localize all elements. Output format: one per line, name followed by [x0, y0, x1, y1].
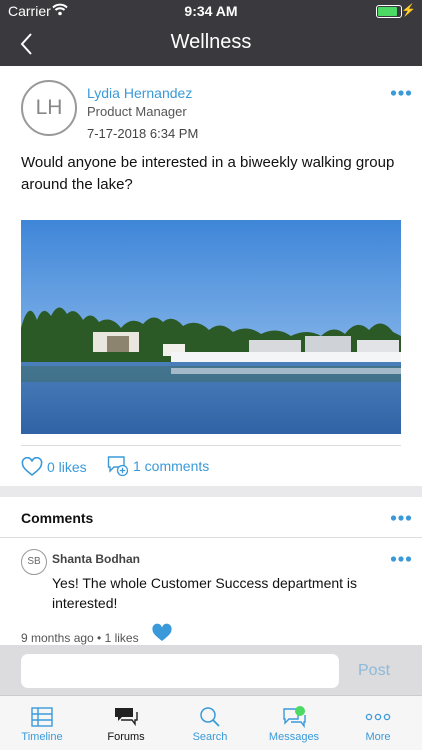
comment-more-icon[interactable] — [390, 555, 412, 563]
post-text: Would anyone be interested in a biweekly… — [21, 154, 395, 193]
comment-add-icon — [107, 456, 129, 477]
comments-heading: Comments — [21, 510, 94, 526]
tab-label: Forums — [107, 731, 145, 743]
post-timestamp: 7-17-2018 6:34 PM — [87, 126, 199, 141]
heart-filled-icon[interactable] — [151, 623, 173, 643]
status-time: 9:34 AM — [184, 3, 238, 19]
tab-more[interactable]: More — [343, 702, 413, 743]
comments-button[interactable]: 1 comments — [107, 454, 209, 478]
lake-photo — [21, 220, 401, 434]
commenter-avatar[interactable]: SB — [21, 549, 47, 575]
comments-divider — [0, 537, 422, 538]
post-more-icon[interactable] — [390, 89, 412, 97]
tab-bar: Timeline Forums Search Messages More — [0, 695, 422, 750]
author-name[interactable]: Lydia Hernandez — [87, 85, 192, 101]
tab-label: More — [365, 731, 391, 743]
tab-messages[interactable]: Messages — [259, 702, 329, 743]
like-button[interactable]: 0 likes — [21, 456, 87, 478]
more-icon — [365, 713, 391, 721]
tab-timeline[interactable]: Timeline — [7, 702, 77, 743]
post-divider — [21, 445, 401, 446]
compose-bar: Post — [0, 645, 422, 695]
timeline-icon — [31, 707, 53, 727]
comment-input[interactable] — [21, 654, 339, 688]
tab-forums[interactable]: Forums — [91, 702, 161, 743]
comments-section: Comments SB Shanta Bodhan Yes! The whole… — [0, 497, 422, 647]
author-role: Product Manager — [87, 104, 187, 119]
page-title: Wellness — [170, 31, 252, 53]
author-avatar[interactable]: LH — [21, 80, 77, 136]
comment-text: Yes! The whole Customer Success departme… — [52, 575, 358, 611]
forums-icon — [115, 708, 138, 727]
post-button[interactable]: Post — [358, 662, 390, 680]
tab-search[interactable]: Search — [175, 702, 245, 743]
post-card: LH Lydia Hernandez Product Manager 7-17-… — [0, 66, 422, 486]
messages-icon — [283, 706, 306, 728]
comment-meta: 9 months ago • 1 likes — [21, 631, 139, 645]
search-icon — [200, 707, 220, 727]
status-bar: Carrier 9:34 AM ⚡ — [0, 0, 422, 22]
comments-more-icon[interactable] — [390, 514, 412, 522]
tab-label: Timeline — [21, 731, 63, 743]
likes-count: 0 likes — [47, 459, 87, 475]
post-image[interactable] — [21, 220, 401, 434]
commenter-name[interactable]: Shanta Bodhan — [52, 552, 140, 566]
battery-icon — [376, 5, 402, 18]
charging-icon: ⚡ — [401, 3, 416, 17]
tab-label: Search — [192, 731, 228, 743]
comments-count: 1 comments — [133, 458, 210, 474]
heart-outline-icon — [21, 457, 43, 477]
tab-label: Messages — [268, 731, 320, 743]
nav-bar: Wellness — [0, 22, 422, 66]
